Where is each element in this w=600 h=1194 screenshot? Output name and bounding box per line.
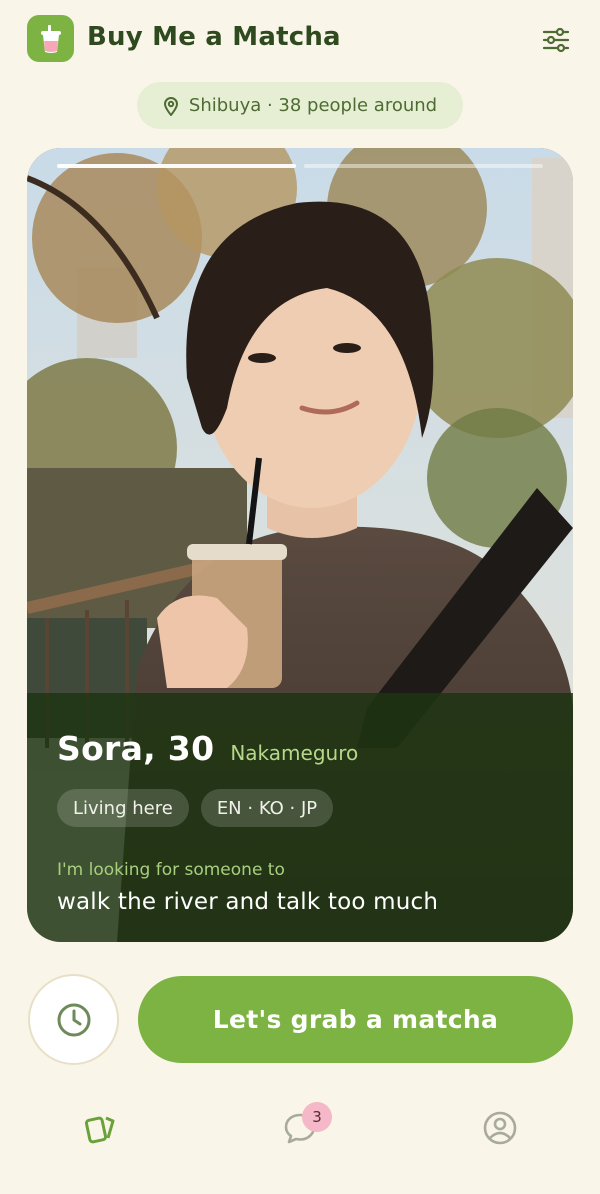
chat-unread-badge: 3 [302, 1102, 332, 1132]
looking-for-label: I'm looking for someone to [57, 860, 285, 880]
photo-progress-segment [57, 164, 296, 168]
location-pill[interactable]: Shibuya · 38 people around [137, 82, 463, 129]
profile-name: Sora, 30 [57, 729, 215, 768]
profile-card[interactable]: Sora, 30 Nakameguro Living here EN · KO … [27, 148, 573, 942]
map-pin-icon [163, 96, 179, 116]
nav-profile[interactable] [480, 1108, 520, 1148]
nav-discover[interactable] [80, 1108, 120, 1148]
later-button[interactable] [28, 974, 119, 1065]
profile-tags: Living here EN · KO · JP [57, 789, 334, 827]
tag-living-here: Living here [57, 789, 189, 827]
photo-progress-segment [304, 164, 543, 168]
name-row: Sora, 30 Nakameguro [57, 729, 358, 768]
looking-for-text: walk the river and talk too much [57, 889, 439, 915]
profile-neighborhood: Nakameguro [230, 741, 359, 765]
matcha-cup-icon [27, 15, 74, 62]
tag-languages: EN · KO · JP [200, 789, 334, 827]
user-circle-icon [483, 1111, 517, 1145]
filter-button[interactable] [538, 22, 574, 58]
profile-info-panel: Sora, 30 Nakameguro Living here EN · KO … [27, 693, 573, 942]
app-header: Buy Me a Matcha [0, 0, 600, 78]
grab-matcha-button[interactable]: Let's grab a matcha [138, 976, 573, 1063]
clock-icon [57, 1003, 90, 1036]
location-text: Shibuya · 38 people around [188, 95, 438, 116]
nav-chats[interactable]: 3 [280, 1102, 332, 1148]
cards-icon [84, 1116, 115, 1144]
sliders-icon [542, 27, 570, 53]
app-title: Buy Me a Matcha [87, 22, 341, 52]
photo-progress [57, 164, 543, 168]
